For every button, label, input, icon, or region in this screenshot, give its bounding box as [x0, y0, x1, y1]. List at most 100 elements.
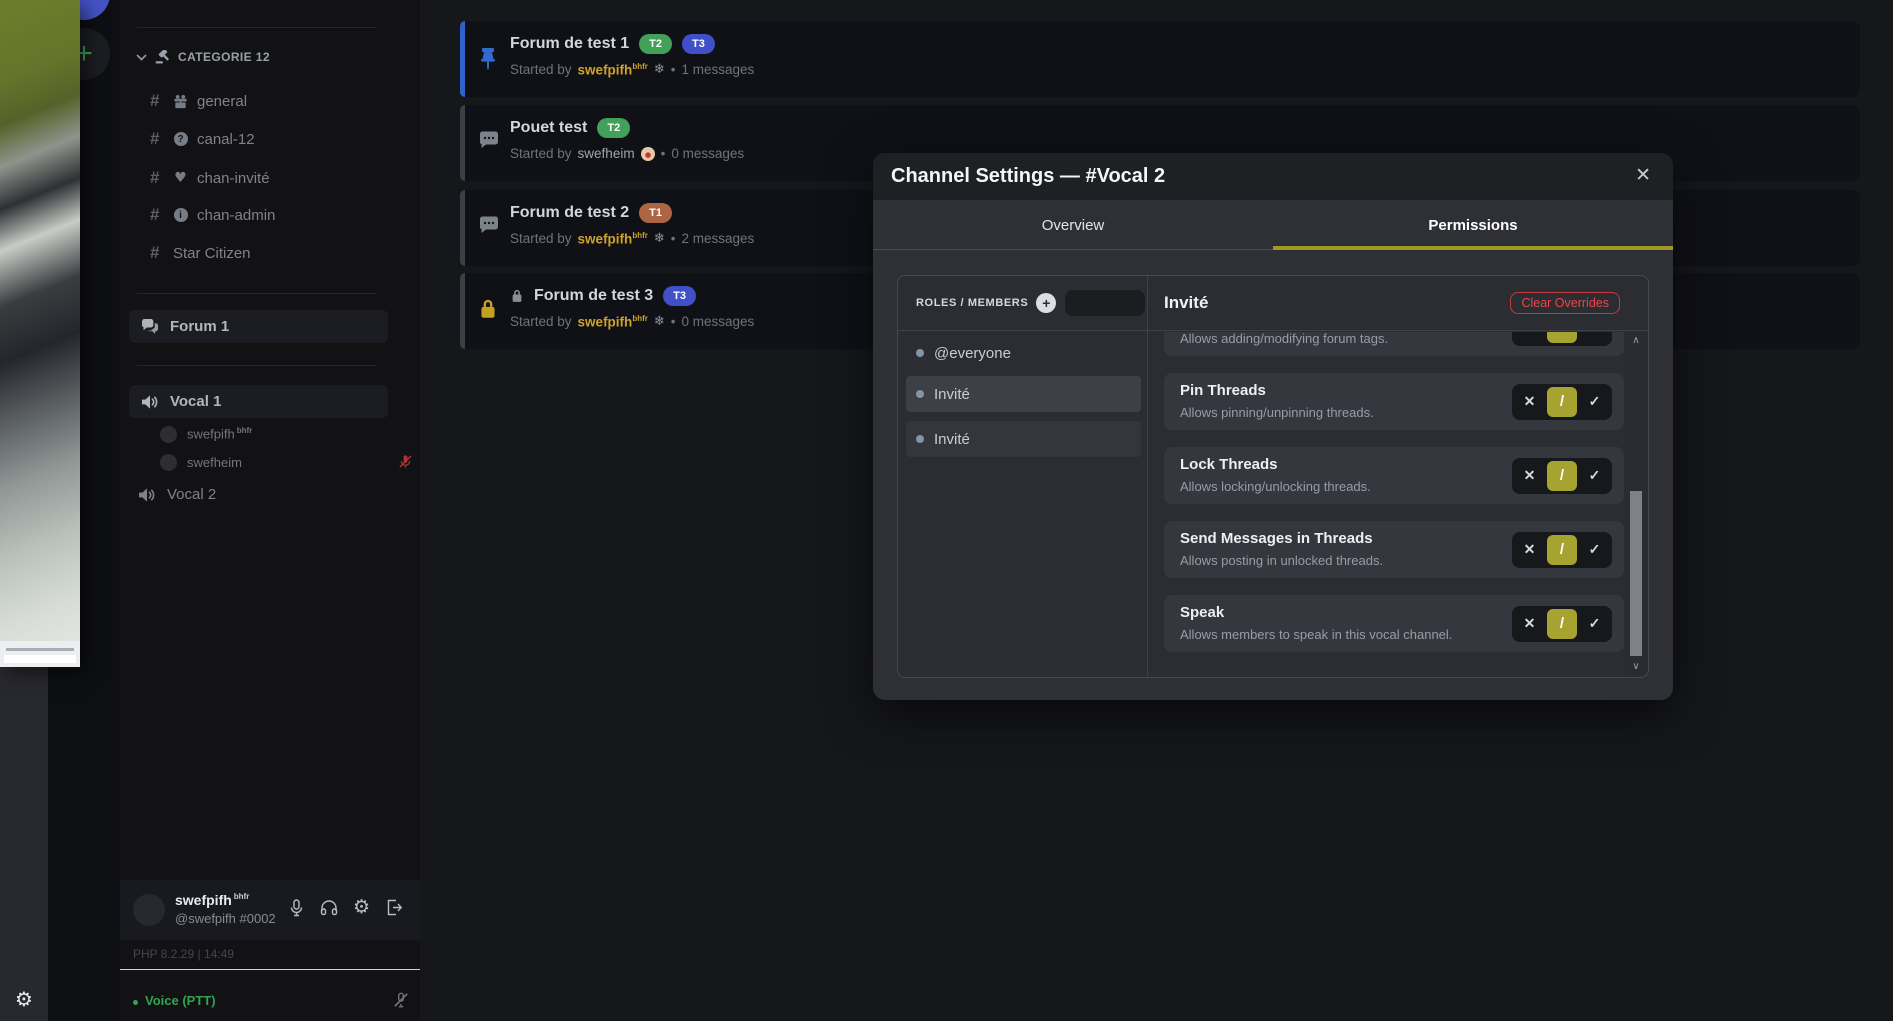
- sidebar-item-vocal-2[interactable]: Vocal 2: [138, 486, 216, 503]
- photo-caption-line: [6, 648, 74, 651]
- deny-button[interactable]: ✕: [1512, 393, 1547, 410]
- permissions-scrollbar[interactable]: ∧ ∨: [1627, 332, 1645, 674]
- role-item-invite-1[interactable]: Invité: [906, 376, 1141, 412]
- sidebar-item-star-citizen[interactable]: # Star Citizen: [150, 242, 251, 264]
- sidebar-item-chan-invite[interactable]: # ♥ chan-invité: [150, 167, 270, 189]
- permission-row-speak: Speak Allows members to speak in this vo…: [1164, 595, 1624, 652]
- permission-description: Allows members to speak in this vocal ch…: [1180, 627, 1452, 642]
- permission-name: Lock Threads: [1180, 456, 1278, 473]
- sidebar-item-canal-12[interactable]: # ? canal-12: [150, 128, 255, 150]
- channel-label: general: [197, 93, 247, 110]
- channel-label: canal-12: [197, 131, 255, 148]
- clear-overrides-button[interactable]: Clear Overrides: [1510, 292, 1620, 314]
- category-categorie-12[interactable]: CATEGORIE 12: [136, 50, 270, 64]
- sidebar-item-forum-1[interactable]: Forum 1: [129, 310, 388, 343]
- role-dot: [916, 390, 924, 398]
- deny-button[interactable]: ✕: [1512, 615, 1547, 632]
- permission-row-lock-threads: Lock Threads Allows locking/unlocking th…: [1164, 447, 1624, 504]
- role-label: @everyone: [934, 345, 1011, 362]
- permission-row-manage-forum-tags: Allows adding/modifying forum tags. ✕ / …: [1164, 332, 1624, 356]
- user-settings-gear-icon[interactable]: ⚙: [353, 898, 370, 917]
- permissions-header: Invité Clear Overrides: [1148, 276, 1648, 331]
- settings-gear-icon[interactable]: ⚙: [15, 987, 33, 1011]
- sidebar-bottom-divider: [120, 969, 420, 970]
- allow-button[interactable]: ✓: [1577, 393, 1612, 410]
- permission-name: Pin Threads: [1180, 382, 1266, 399]
- permission-toggle: ✕ / ✓: [1512, 458, 1612, 494]
- post-message-count: 0 messages: [682, 314, 755, 329]
- photo-preview: [0, 0, 80, 667]
- pin-icon: [478, 47, 498, 71]
- snowflake-emoji: ❄: [654, 231, 665, 246]
- post-author: swefpifhbhfr: [578, 231, 648, 247]
- post-message-count: 0 messages: [671, 146, 744, 161]
- logout-icon[interactable]: [385, 898, 402, 917]
- tag-pill: T3: [663, 286, 696, 306]
- neutral-button[interactable]: /: [1547, 461, 1577, 491]
- post-author: swefpifhbhfr: [578, 62, 648, 78]
- permission-description: Allows pinning/unpinning threads.: [1180, 405, 1374, 420]
- permission-description: Allows adding/modifying forum tags.: [1180, 332, 1388, 346]
- chevron-down-icon: [136, 54, 147, 61]
- voice-user-swefpifh[interactable]: swefpifhbhfr: [160, 425, 252, 443]
- voice-user-name: swefheim: [187, 455, 242, 470]
- roles-search-box[interactable]: [1065, 290, 1145, 316]
- role-item-invite-2[interactable]: Invité: [906, 421, 1141, 457]
- permission-toggle: ✕ / ✓: [1512, 532, 1612, 568]
- scroll-up-icon[interactable]: ∧: [1627, 333, 1645, 347]
- sidebar-divider: [137, 365, 377, 366]
- tab-permissions[interactable]: Permissions: [1273, 200, 1673, 250]
- modal-tabs: Overview Permissions: [873, 200, 1673, 250]
- gift-icon: [173, 94, 188, 109]
- post-title: Forum de test 3: [534, 287, 653, 305]
- deny-button[interactable]: ✕: [1512, 467, 1547, 484]
- hash-icon: #: [150, 168, 164, 188]
- allow-button[interactable]: ✓: [1577, 467, 1612, 484]
- allow-button[interactable]: ✓: [1577, 541, 1612, 558]
- close-icon[interactable]: ✕: [1635, 166, 1651, 185]
- category-label: CATEGORIE 12: [178, 50, 270, 64]
- roles-header: ROLES / MEMBERS +: [898, 276, 1147, 331]
- post-title: Forum de test 1: [510, 35, 629, 53]
- deny-button[interactable]: ✕: [1512, 332, 1547, 336]
- post-author: swefpifhbhfr: [578, 314, 648, 330]
- neutral-button[interactable]: /: [1547, 387, 1577, 417]
- voice-channel-label: Vocal 1: [170, 393, 221, 410]
- sidebar-item-vocal-1[interactable]: Vocal 1: [129, 385, 388, 418]
- neutral-button[interactable]: /: [1547, 535, 1577, 565]
- role-label: Invité: [934, 431, 970, 448]
- tag-pill: T2: [639, 34, 672, 54]
- tab-overview[interactable]: Overview: [873, 200, 1273, 250]
- post-meta: Started by swefpifhbhfr ❄ • 1 messages: [510, 62, 754, 78]
- headphones-button[interactable]: [320, 898, 338, 917]
- avatar[interactable]: [133, 894, 165, 926]
- post-title: Pouet test: [510, 119, 587, 137]
- sidebar-item-chan-admin[interactable]: # i chan-admin: [150, 204, 275, 226]
- tag-pill: T2: [597, 118, 630, 138]
- forum-post-1[interactable]: Forum de test 1 T2 T3 Started by swefpif…: [460, 21, 1860, 97]
- post-message-count: 2 messages: [682, 231, 755, 246]
- voice-user-swefheim[interactable]: swefheim: [160, 453, 242, 471]
- scroll-down-icon[interactable]: ∨: [1627, 659, 1645, 673]
- chat-bubble-icon: [478, 131, 500, 151]
- deny-button[interactable]: ✕: [1512, 541, 1547, 558]
- sidebar-item-general[interactable]: # general: [150, 90, 247, 112]
- selected-role-title: Invité: [1164, 293, 1208, 313]
- permission-row-send-messages-in-threads: Send Messages in Threads Allows posting …: [1164, 521, 1624, 578]
- scrollbar-thumb[interactable]: [1630, 491, 1642, 656]
- user-badge: bhfr: [234, 892, 250, 901]
- role-label: Invité: [934, 386, 970, 403]
- channel-label: chan-admin: [197, 207, 275, 224]
- microphone-button[interactable]: [288, 898, 305, 917]
- role-item-everyone[interactable]: @everyone: [906, 338, 1141, 368]
- allow-button[interactable]: ✓: [1577, 615, 1612, 632]
- user-name: swefpifhbhfr: [175, 892, 249, 908]
- neutral-button[interactable]: /: [1547, 609, 1577, 639]
- ptt-mic-slash-icon[interactable]: [392, 991, 410, 1009]
- add-role-button[interactable]: +: [1036, 293, 1056, 313]
- muted-mic-icon: [398, 454, 413, 469]
- neutral-button[interactable]: /: [1547, 332, 1577, 343]
- allow-button[interactable]: ✓: [1577, 332, 1612, 336]
- channel-label: chan-invité: [197, 170, 270, 187]
- permission-description: Allows posting in unlocked threads.: [1180, 553, 1383, 568]
